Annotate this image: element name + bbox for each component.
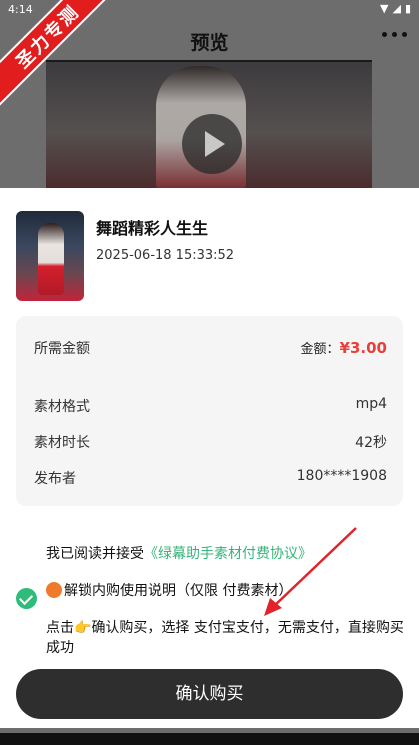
dim-overlay-right [372,60,419,190]
status-icons: ▼ ◢ ▮ [380,2,411,15]
video-preview[interactable] [46,62,372,190]
red-arrow-annotation [264,527,357,616]
signal-icon: ◢ [392,2,401,15]
navigation-bar [0,733,419,745]
confirm-purchase-button[interactable]: 确认购买 [16,669,403,719]
purchase-sheet: 舞蹈精彩人生生 2025-06-18 15:33:52 所需金额 金额：¥3.0… [0,188,419,733]
status-time: 4:14 [8,3,33,16]
more-icon[interactable] [382,32,407,37]
battery-icon: ▮ [404,2,411,15]
wifi-icon: ▼ [380,2,389,15]
play-icon[interactable] [182,114,242,174]
